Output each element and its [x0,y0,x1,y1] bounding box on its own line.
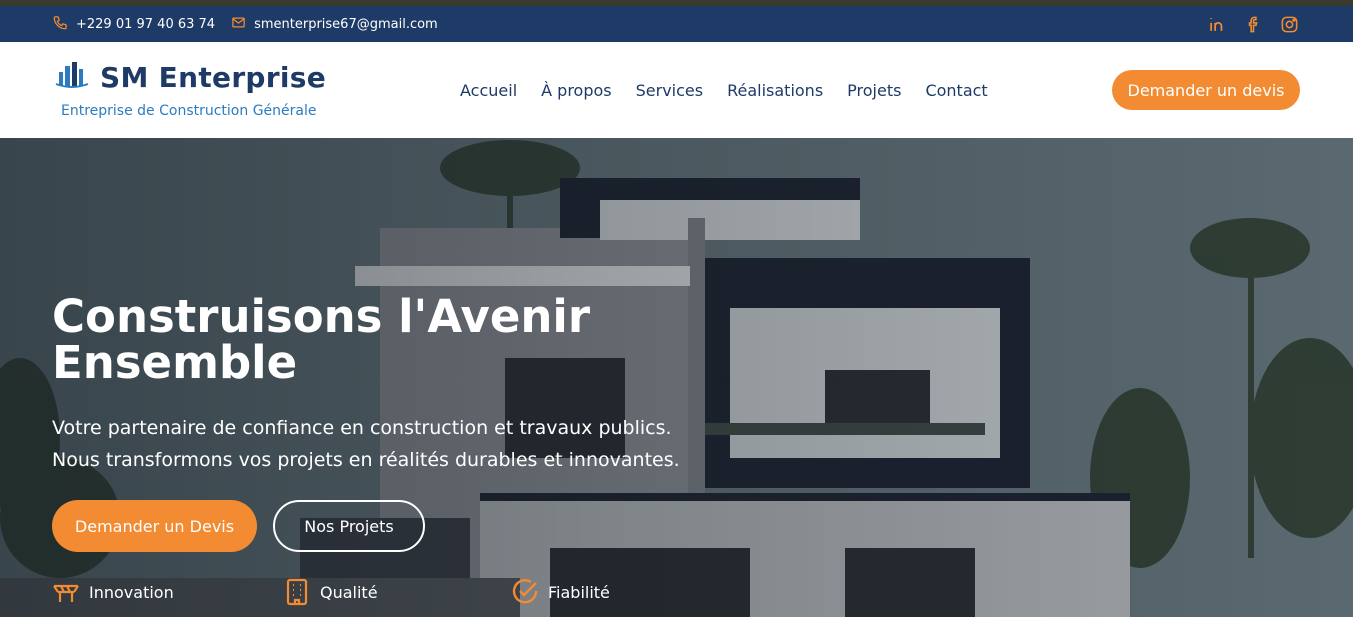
request-quote-button[interactable]: Demander un devis [1112,70,1300,110]
nav-item-a-propos[interactable]: À propos [541,81,611,100]
email-address: smenterprise67@gmail.com [254,16,438,32]
nav-item-projets[interactable]: Projets [847,81,901,100]
brand-tagline: Entreprise de Construction Générale [61,103,317,119]
phone-link[interactable]: +229 01 97 40 63 74 [53,15,215,34]
linkedin-icon[interactable] [1207,14,1227,34]
email-link[interactable]: smenterprise67@gmail.com [231,15,438,34]
request-quote-hero-button[interactable]: Demander un Devis [52,500,257,552]
feature-fiabilite: Fiabilité [511,578,610,606]
instagram-icon[interactable] [1279,14,1299,34]
hero-features: Innovation Qualité Fiabilité [52,578,752,608]
mail-icon [231,15,254,34]
innovation-icon [53,584,79,602]
company-logo[interactable] [55,60,89,90]
facebook-icon[interactable] [1243,14,1263,34]
nav-item-accueil[interactable]: Accueil [460,81,517,100]
feature-label-qualite: Qualité [320,582,378,602]
social-links [1191,6,1299,42]
building-icon [286,578,308,606]
contact-info: +229 01 97 40 63 74 smenterprise67@gmail… [53,6,454,42]
main-navbar: SM Enterprise Entreprise de Construction… [0,42,1353,138]
phone-number: +229 01 97 40 63 74 [76,16,216,32]
hero-section: Construisons l'Avenir Ensemble Votre par… [0,138,1353,617]
nav-item-realisations[interactable]: Réalisations [727,81,823,100]
hero-subtitle: Votre partenaire de confiance en constru… [52,417,680,471]
nav-item-contact[interactable]: Contact [925,81,987,100]
feature-label-innovation: Innovation [89,582,174,602]
feature-qualite: Qualité [283,578,378,606]
feature-innovation: Innovation [52,578,174,606]
check-circle-icon [512,579,538,604]
hero-title: Construisons l'Avenir Ensemble [52,290,591,389]
nav-item-services[interactable]: Services [636,81,703,100]
feature-label-fiabilite: Fiabilité [548,582,610,602]
phone-icon [53,15,76,34]
our-projects-button[interactable]: Nos Projets [273,500,425,552]
top-contact-bar: +229 01 97 40 63 74 smenterprise67@gmail… [0,6,1353,42]
brand-name[interactable]: SM Enterprise [100,61,326,94]
nav-menu: Accueil À propos Services Réalisations P… [460,42,1012,138]
